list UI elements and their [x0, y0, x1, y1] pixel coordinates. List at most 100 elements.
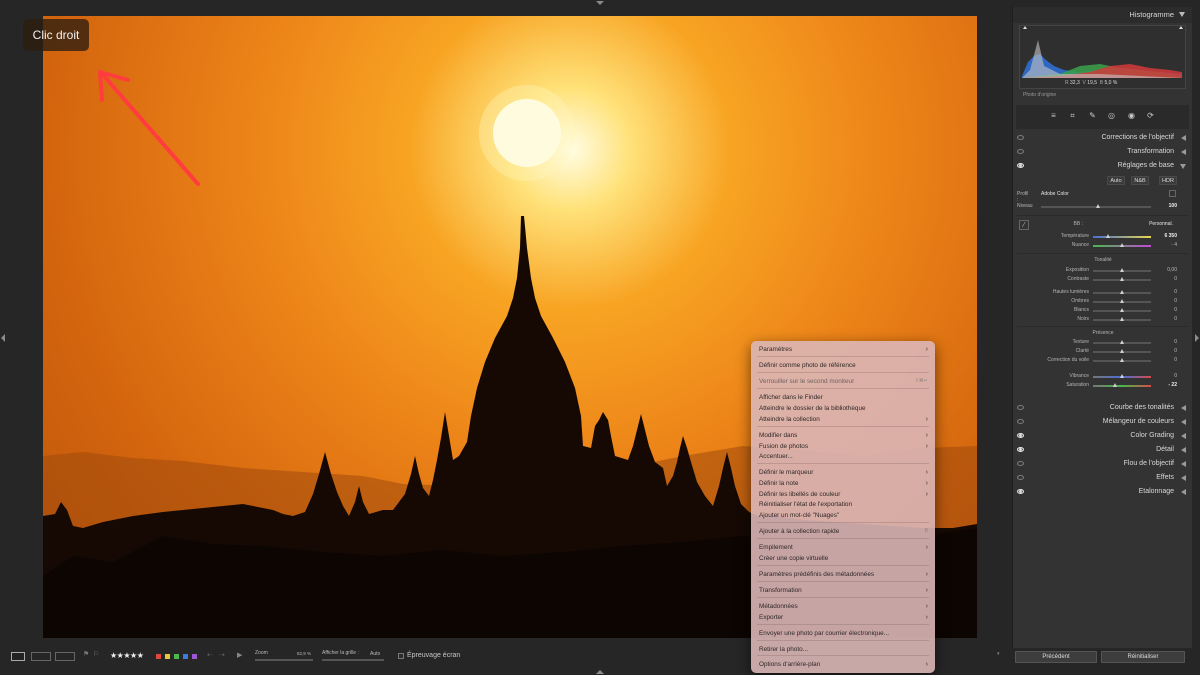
color-label-red[interactable]: [156, 654, 161, 659]
panel-lens-corrections[interactable]: Corrections de l'objectif: [1013, 131, 1192, 145]
reject-flag-icon[interactable]: ⚐: [93, 650, 99, 659]
right-panel-toggle-icon[interactable]: [1195, 334, 1199, 342]
slideshow-play-icon[interactable]: ▶: [237, 651, 242, 660]
bw-button[interactable]: N&B: [1131, 176, 1149, 185]
visibility-eye-icon[interactable]: [1017, 405, 1024, 410]
context-menu-item[interactable]: Afficher dans le Finder: [751, 392, 935, 403]
amount-value[interactable]: 100: [1151, 203, 1177, 209]
context-menu-item[interactable]: Transformation ›: [751, 585, 935, 596]
visibility-eye-icon[interactable]: [1017, 149, 1024, 154]
next-photo-icon[interactable]: ⇢: [219, 651, 225, 660]
visibility-eye-icon[interactable]: [1017, 461, 1024, 466]
context-menu-item[interactable]: Modifier dans ›: [751, 430, 935, 441]
dehaze-slider-knob[interactable]: [1120, 358, 1124, 362]
texture-slider-knob[interactable]: [1120, 340, 1124, 344]
left-panel-toggle-icon[interactable]: [1, 334, 5, 342]
visibility-eye-icon[interactable]: [1017, 489, 1024, 494]
before-after-view-icon[interactable]: [31, 652, 51, 661]
dehaze-value[interactable]: 0: [1151, 357, 1177, 363]
color-label-yellow[interactable]: [165, 654, 170, 659]
previous-photo-icon[interactable]: ⇠: [207, 651, 213, 660]
context-menu-item[interactable]: Options d'arrière-plan ›: [751, 659, 935, 670]
saturation-value[interactable]: - 22: [1151, 382, 1177, 388]
clarity-slider-knob[interactable]: [1120, 349, 1124, 353]
shadows-value[interactable]: 0: [1151, 298, 1177, 304]
visibility-eye-icon[interactable]: [1017, 447, 1024, 452]
context-menu-item[interactable]: Atteindre la collection ›: [751, 414, 935, 425]
profile-browser-icon[interactable]: [1169, 190, 1176, 197]
white-balance-picker-icon[interactable]: ⁄: [1019, 220, 1029, 230]
context-menu-item[interactable]: Métadonnées ›: [751, 601, 935, 612]
context-menu-item[interactable]: Définir la note ›: [751, 478, 935, 489]
texture-value[interactable]: 0: [1151, 339, 1177, 345]
wb-select[interactable]: Personnal.: [1123, 221, 1173, 227]
color-label-purple[interactable]: [192, 654, 197, 659]
context-menu-item[interactable]: Paramètres ›: [751, 344, 935, 355]
visibility-eye-icon[interactable]: [1017, 475, 1024, 480]
temperature-slider-knob[interactable]: [1106, 234, 1110, 238]
top-panel-toggle-icon[interactable]: [596, 1, 604, 5]
panel-transform[interactable]: Transformation: [1013, 145, 1192, 159]
context-menu-item[interactable]: Exporter ›: [751, 612, 935, 623]
context-menu-item[interactable]: Atteindre le dossier de la bibliothèque: [751, 403, 935, 414]
toolbar-menu-chevron-icon[interactable]: ▾: [997, 651, 1000, 660]
amount-slider-knob[interactable]: [1096, 204, 1100, 208]
context-menu-item[interactable]: Réinitialiser l'état de l'exportation: [751, 499, 935, 510]
vibrance-slider-knob[interactable]: [1120, 374, 1124, 378]
temperature-slider[interactable]: [1093, 236, 1151, 238]
temperature-value[interactable]: 6 350: [1151, 233, 1177, 239]
panel-calibration[interactable]: Etalonnage: [1013, 485, 1192, 499]
masking-icon[interactable]: ◉: [1127, 111, 1136, 120]
exposure-slider-knob[interactable]: [1120, 268, 1124, 272]
presets-icon[interactable]: ⟳: [1146, 111, 1155, 120]
panel-effects[interactable]: Effets: [1013, 471, 1192, 485]
color-label-blue[interactable]: [183, 654, 188, 659]
auto-button[interactable]: Auto: [1107, 176, 1125, 185]
panel-detail[interactable]: Détail: [1013, 443, 1192, 457]
panel-color-grading[interactable]: Color Grading: [1013, 429, 1192, 443]
context-menu-item[interactable]: Retirer la photo...: [751, 644, 935, 655]
tint-value[interactable]: - 4: [1151, 242, 1177, 248]
highlights-value[interactable]: 0: [1151, 289, 1177, 295]
whites-slider-knob[interactable]: [1120, 308, 1124, 312]
rating-stars[interactable]: ★★★★★: [110, 651, 144, 660]
visibility-eye-icon[interactable]: [1017, 163, 1024, 168]
saturation-slider[interactable]: [1093, 385, 1151, 387]
blacks-value[interactable]: 0: [1151, 316, 1177, 322]
visibility-eye-icon[interactable]: [1017, 135, 1024, 140]
previous-button[interactable]: Précédent: [1015, 651, 1097, 663]
context-menu-item[interactable]: Créer une copie virtuelle: [751, 553, 935, 564]
context-menu-item[interactable]: Définir comme photo de référence: [751, 360, 935, 371]
whites-value[interactable]: 0: [1151, 307, 1177, 313]
shadows-slider-knob[interactable]: [1120, 299, 1124, 303]
compare-view-icon[interactable]: [55, 652, 75, 661]
panel-tone-curve[interactable]: Courbe des tonalités: [1013, 401, 1192, 415]
context-menu-item[interactable]: Envoyer une photo par courrier électroni…: [751, 628, 935, 639]
panel-basic[interactable]: Réglages de base: [1013, 159, 1192, 173]
zoom-slider[interactable]: [255, 659, 313, 661]
hdr-button[interactable]: HDR: [1159, 176, 1177, 185]
context-menu-item[interactable]: Ajouter à la collection rapide B: [751, 526, 935, 537]
saturation-slider-knob[interactable]: [1113, 383, 1117, 387]
context-menu-item[interactable]: Paramètres prédéfinis des métadonnées ›: [751, 569, 935, 580]
context-menu-item[interactable]: Verrouiller sur le second moniteur ⇧⌘↵: [751, 376, 935, 387]
context-menu-item[interactable]: Accentuer...: [751, 451, 935, 462]
bottom-panel-toggle-icon[interactable]: [596, 670, 604, 674]
exposure-value[interactable]: 0,00: [1151, 267, 1177, 273]
panel-lens-blur[interactable]: Flou de l'objectif: [1013, 457, 1192, 471]
flag-icon[interactable]: ⚑: [83, 650, 89, 659]
vibrance-value[interactable]: 0: [1151, 373, 1177, 379]
context-menu-item[interactable]: Définir le marqueur ›: [751, 467, 935, 478]
crop-icon[interactable]: ⌗: [1068, 111, 1077, 120]
profile-select[interactable]: Adobe Color: [1041, 191, 1091, 197]
context-menu-item[interactable]: Empilement ›: [751, 542, 935, 553]
heal-icon[interactable]: ✎: [1088, 111, 1097, 120]
tint-slider-knob[interactable]: [1120, 243, 1124, 247]
loupe-view-icon[interactable]: [11, 652, 25, 661]
panel-color-mixer[interactable]: Mélangeur de couleurs: [1013, 415, 1192, 429]
visibility-eye-icon[interactable]: [1017, 419, 1024, 424]
color-label-green[interactable]: [174, 654, 179, 659]
reset-button[interactable]: Réinitialiser: [1101, 651, 1185, 663]
edit-sliders-icon[interactable]: ≡: [1049, 111, 1058, 120]
grid-slider[interactable]: [322, 659, 384, 661]
